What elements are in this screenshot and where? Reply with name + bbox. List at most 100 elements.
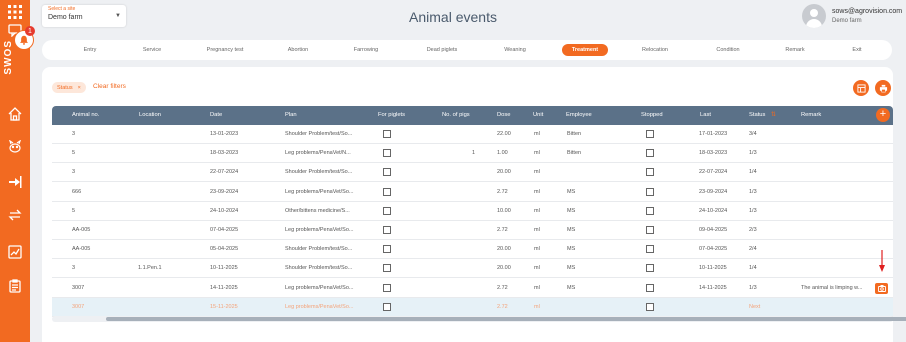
cell-status: 1/3 [749, 207, 757, 214]
transfer-icon[interactable] [6, 206, 24, 224]
table-row[interactable]: 5 24-10-2024 Other/bittens medicine/S... 10… [52, 201, 893, 221]
table-row[interactable]: 3 13-01-2023 Shoulder Problem/test/So... 22… [52, 125, 893, 144]
tab-abortion[interactable]: Abortion [278, 44, 318, 56]
filter-active-icon[interactable]: ⇅ [771, 111, 779, 119]
cell-location: 1.1.Pen.1 [138, 265, 162, 272]
table-row[interactable]: AA-005 05-04-2025 Shoulder Problem/test/So… [52, 240, 893, 260]
add-treatment-button[interactable]: + [876, 108, 890, 122]
stopped-checkbox[interactable] [646, 302, 654, 311]
table-row[interactable]: 666 23-09-2024 Leg problems/PenaVet/So... 2… [52, 182, 893, 202]
stopped-checkbox[interactable] [646, 168, 654, 177]
cell-animal: 3 [72, 265, 76, 272]
cell-dose: 2.72 [497, 188, 508, 195]
arrow-down-icon [879, 250, 885, 272]
tab-relocation[interactable]: Relocation [632, 44, 678, 56]
col-plan[interactable]: Plan [285, 112, 297, 118]
for-piglets-checkbox[interactable] [383, 226, 391, 234]
tab-exit[interactable]: Exit [842, 44, 872, 56]
scrollbar-thumb[interactable] [106, 317, 906, 321]
tab-weaning[interactable]: Weaning [494, 44, 536, 56]
cell-animal: AA-005 [72, 227, 91, 233]
home-icon[interactable] [6, 105, 24, 123]
table-row[interactable]: 3 1.1.Pen.1 10-11-2025 Shoulder Problem/tes… [52, 259, 893, 279]
for-piglets-checkbox[interactable] [383, 302, 391, 311]
pig-icon[interactable] [6, 138, 24, 156]
tab-treatment[interactable]: Treatment [562, 44, 608, 56]
cell-date: 15-11-2025 [210, 303, 238, 310]
for-piglets-checkbox[interactable] [383, 206, 391, 215]
cell-unit: ml [534, 207, 540, 214]
print-button[interactable] [875, 80, 891, 96]
tab-service[interactable]: Service [132, 44, 172, 56]
stopped-checkbox[interactable] [646, 149, 654, 158]
cell-status: 1/4 [749, 169, 757, 176]
cell-animal: 666 [72, 188, 82, 195]
camera-button[interactable] [875, 283, 888, 294]
avatar[interactable] [802, 4, 826, 28]
tab-entry[interactable]: Entry [72, 44, 108, 56]
cell-animal: 3007 [72, 303, 85, 310]
stopped-checkbox[interactable] [646, 187, 654, 196]
tab-farrowing[interactable]: Farrowing [344, 44, 388, 56]
table-row[interactable]: 3007 15-11-2025 Leg problems/PenaVet/So...… [52, 297, 893, 317]
stopped-checkbox[interactable] [646, 283, 654, 292]
stopped-checkbox[interactable] [646, 264, 654, 273]
cell-dose: 10.00 [497, 207, 511, 214]
stopped-checkbox[interactable] [646, 226, 654, 234]
col-employee[interactable]: Employee [566, 112, 592, 118]
user-farm: Demo farm [832, 18, 862, 24]
sign-in-icon[interactable] [6, 173, 24, 191]
cell-date: 14-11-2025 [210, 284, 238, 291]
table-row[interactable]: AA-005 07-04-2025 Leg problems/PenaVet/So.… [52, 221, 893, 240]
table-row[interactable]: 3 22-07-2024 Shoulder Problem/test/So... 20… [52, 163, 893, 183]
cell-unit: ml [534, 246, 540, 253]
for-piglets-checkbox[interactable] [383, 168, 391, 177]
cell-employee: MS [567, 265, 576, 272]
col-for-piglets[interactable]: For piglets [378, 112, 405, 118]
col-animal-no[interactable]: Animal no. [72, 112, 99, 118]
col-dose[interactable]: Dose [497, 112, 511, 118]
cell-date: 13-01-2023 [210, 131, 239, 137]
for-piglets-checkbox[interactable] [383, 264, 391, 273]
cell-status: 1/3 [749, 150, 757, 157]
stopped-checkbox[interactable] [646, 130, 654, 138]
tab-remark[interactable]: Remark [777, 44, 813, 56]
for-piglets-checkbox[interactable] [383, 283, 391, 292]
cell-last: 07-04-2025 [699, 246, 728, 253]
for-piglets-checkbox[interactable] [383, 245, 391, 254]
table-row[interactable]: 5 18-03-2023 Leg problems/PenaVet/N... 1 1.0… [52, 144, 893, 164]
tab-pregnancy-test[interactable]: Pregnancy test [197, 44, 253, 56]
table-row[interactable]: 3007 14-11-2025 Leg problems/PenaVet/So...… [52, 278, 893, 298]
col-no-of-pigs[interactable]: No. of pigs [442, 112, 470, 118]
clipboard-icon[interactable] [6, 277, 24, 295]
tab-dead-piglets[interactable]: Dead piglets [417, 44, 467, 56]
for-piglets-checkbox[interactable] [383, 149, 391, 158]
status-filter-chip[interactable]: Status × [52, 82, 86, 93]
close-icon[interactable]: × [78, 85, 81, 91]
for-piglets-checkbox[interactable] [383, 130, 391, 138]
stopped-checkbox[interactable] [646, 206, 654, 215]
clear-filters-link[interactable]: Clear filters [93, 83, 126, 90]
chart-icon[interactable] [6, 243, 24, 261]
cell-remark: The animal is limping w... [801, 284, 863, 291]
col-status[interactable]: Status [749, 112, 765, 118]
columns-icon [856, 83, 866, 93]
bell-icon [20, 35, 28, 45]
cell-animal: 3007 [72, 284, 85, 291]
col-remark[interactable]: Remark [801, 112, 821, 118]
col-stopped[interactable]: Stopped [641, 112, 663, 118]
cell-status: 2/4 [749, 246, 757, 253]
page-title: Animal events [409, 9, 497, 25]
tab-condition[interactable]: Condition [706, 44, 750, 56]
cell-last: 10-11-2025 [699, 265, 727, 272]
stopped-checkbox[interactable] [646, 245, 654, 254]
col-last[interactable]: Last [700, 112, 711, 118]
cell-animal: AA-005 [72, 246, 91, 253]
col-location[interactable]: Location [139, 112, 161, 118]
columns-button[interactable] [853, 80, 869, 96]
col-date[interactable]: Date [210, 112, 222, 118]
for-piglets-checkbox[interactable] [383, 187, 391, 196]
col-unit[interactable]: Unit [533, 112, 543, 118]
horizontal-scrollbar[interactable] [52, 316, 906, 322]
cell-dose: 20.00 [497, 169, 511, 176]
